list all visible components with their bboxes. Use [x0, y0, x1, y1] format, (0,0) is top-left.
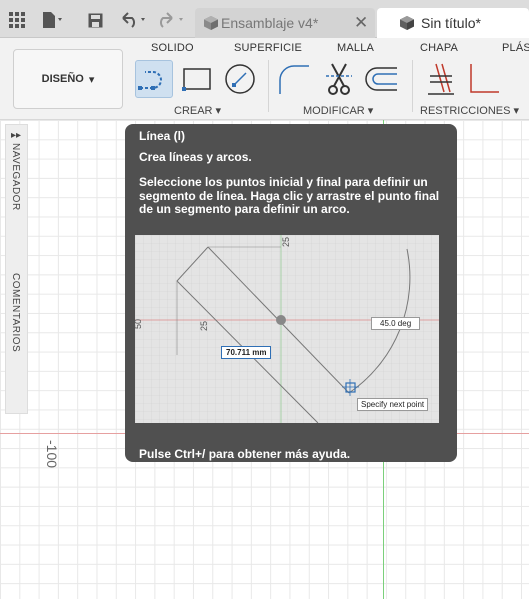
offset-icon	[365, 67, 397, 91]
side-panel: ▸▸ NAVEGADOR COMENTARIOS	[5, 124, 28, 414]
group-label-restricciones[interactable]: RESTRICCIONES ▾	[420, 104, 519, 117]
tab-ensamblaje[interactable]: Ensamblaje v4* ✕	[195, 8, 375, 38]
fillet-icon	[279, 65, 309, 94]
scissors-icon	[326, 63, 352, 95]
ribbon-tab-superficie[interactable]: SUPERFICIE	[234, 42, 302, 54]
prompt-label: Specify next point	[357, 398, 429, 411]
angle-input-box: 45.0 deg	[371, 317, 421, 330]
tool-tooltip: Línea (l) Crea líneas y arcos. Seleccion…	[125, 124, 457, 462]
rectangle-icon	[182, 68, 211, 91]
grid-menu-icon[interactable]	[9, 9, 25, 31]
redo-icon[interactable]	[158, 9, 188, 31]
tab-label: Sin título*	[421, 15, 481, 31]
tooltip-description: Crea líneas y arcos.	[139, 150, 252, 164]
workspace-selector[interactable]: DISEÑO ▾	[13, 49, 123, 109]
close-icon[interactable]: ✕	[354, 13, 368, 33]
fillet-tool-button[interactable]	[275, 60, 313, 98]
ribbon-tab-chapa[interactable]: CHAPA	[420, 42, 458, 54]
component-cube-icon	[399, 15, 415, 34]
tooltip-title: Línea (l)	[139, 129, 186, 143]
perpendicular-constraint-button[interactable]	[466, 60, 502, 98]
tooltip-body: Seleccione los puntos inicial y final pa…	[139, 175, 440, 216]
divider	[268, 60, 269, 112]
divider	[412, 60, 413, 112]
trim-tool-button[interactable]	[320, 60, 358, 98]
ribbon-tab-malla[interactable]: MALLA	[337, 42, 374, 54]
line-tool-button[interactable]	[135, 60, 173, 98]
comentarios-tab[interactable]: COMENTARIOS	[10, 273, 21, 352]
tab-sin-titulo[interactable]: Sin título*	[377, 8, 529, 38]
navegador-tab[interactable]: NAVEGADOR	[10, 143, 21, 211]
offset-tool-button[interactable]	[362, 60, 400, 98]
ribbon-tab-solido[interactable]: SOLIDO	[151, 42, 194, 54]
dimension-label: 25	[281, 236, 291, 247]
line-icon	[138, 71, 162, 90]
tooltip-illustration: 25 25 50 70.711 mm 45.0 deg Specify next…	[135, 235, 439, 423]
top-bar: Ensamblaje v4* ✕ Sin título*	[0, 0, 529, 38]
ribbon-tab-plastico[interactable]: PLÁS	[502, 42, 529, 54]
save-icon[interactable]	[88, 9, 103, 31]
group-label-modificar[interactable]: MODIFICAR ▾	[303, 104, 373, 117]
parallel-constraint-button[interactable]	[424, 60, 458, 98]
circle-icon	[225, 64, 255, 94]
tab-label: Ensamblaje v4*	[221, 15, 319, 31]
ribbon-toolbar: SOLIDO SUPERFICIE MALLA CHAPA PLÁS DISEÑ…	[0, 38, 529, 120]
dimension-label: 50	[135, 318, 143, 329]
expand-icon[interactable]: ▸▸	[11, 130, 21, 141]
circle-tool-button[interactable]	[221, 60, 259, 98]
component-cube-icon	[203, 15, 219, 34]
workspace-label: DISEÑO	[41, 73, 84, 85]
file-icon[interactable]	[42, 9, 66, 31]
dimension-label: 25	[199, 320, 209, 331]
axis-ruler-label: -100	[44, 440, 60, 469]
tooltip-footer: Pulse Ctrl+/ para obtener más ayuda.	[139, 447, 351, 461]
length-input-box: 70.711 mm	[221, 346, 272, 359]
parallel-icon	[428, 63, 454, 95]
rectangle-tool-button[interactable]	[178, 60, 216, 98]
undo-icon[interactable]	[120, 9, 150, 31]
perpendicular-icon	[470, 64, 499, 93]
group-label-crear[interactable]: CREAR ▾	[174, 104, 221, 117]
chevron-down-icon: ▾	[88, 73, 95, 86]
